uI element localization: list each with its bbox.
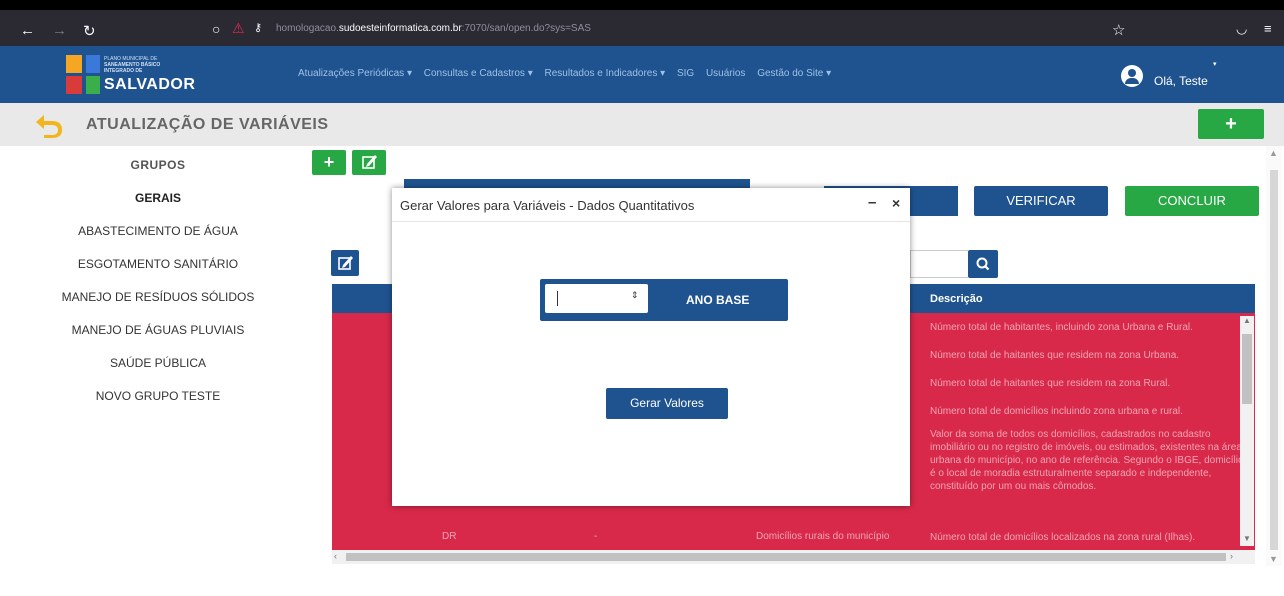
bookmark-star-icon[interactable]: ☆ bbox=[1112, 21, 1125, 39]
edit-table-button[interactable] bbox=[331, 250, 359, 276]
sidebar-item-residuos[interactable]: MANEJO DE RESÍDUOS SÓLIDOS bbox=[8, 290, 308, 304]
page-scroll-down-icon[interactable]: ▼ bbox=[1269, 554, 1278, 564]
dialog-title: Gerar Valores para Variáveis - Dados Qua… bbox=[400, 198, 695, 213]
menu-resultados[interactable]: Resultados e Indicadores ▾ bbox=[545, 68, 666, 79]
main-menu: Atualizações Periódicas ▾ Consultas e Ca… bbox=[298, 68, 840, 79]
menu-consultas[interactable]: Consultas e Cadastros ▾ bbox=[424, 68, 533, 79]
menu-atualizacoes[interactable]: Atualizações Periódicas ▾ bbox=[298, 68, 412, 79]
scroll-right-icon[interactable]: › bbox=[1230, 551, 1233, 561]
header-description: Descrição bbox=[930, 293, 983, 305]
last-row-desc: Número total de domicílios localizados n… bbox=[930, 532, 1196, 543]
scroll-up-icon[interactable]: ▲ bbox=[1243, 316, 1251, 325]
menu-usuarios[interactable]: Usuários bbox=[706, 68, 745, 79]
scroll-down-icon[interactable]: ▼ bbox=[1243, 534, 1251, 543]
verify-button[interactable]: VERIFICAR bbox=[974, 186, 1108, 216]
logo-line-3: INTEGRADO DE bbox=[104, 68, 143, 74]
menu-icon[interactable]: ≡ bbox=[1264, 21, 1272, 36]
page-scroll-up-icon[interactable]: ▲ bbox=[1269, 148, 1278, 158]
conclude-button[interactable]: CONCLUIR bbox=[1125, 186, 1259, 216]
sidebar-item-abastecimento[interactable]: ABASTECIMENTO DE ÁGUA bbox=[8, 224, 308, 238]
last-row-code: DR bbox=[442, 531, 457, 542]
logo-block-red bbox=[66, 76, 82, 94]
logo-title: SALVADOR bbox=[104, 76, 196, 93]
user-avatar-icon[interactable] bbox=[1121, 65, 1143, 87]
key-icon: ⚷ bbox=[254, 22, 263, 34]
url-text[interactable]: homologacao.sudoesteinformatica.com.br:7… bbox=[276, 23, 591, 34]
table-row-desc: Número total de habitantes, incluindo zo… bbox=[930, 322, 1193, 333]
pocket-icon[interactable]: ◡ bbox=[1236, 21, 1247, 37]
edit-icon bbox=[338, 256, 353, 270]
search-button[interactable] bbox=[968, 250, 998, 278]
forward-icon[interactable]: → bbox=[52, 22, 67, 39]
logo-block-green bbox=[86, 76, 100, 94]
table-row-desc: Valor da soma de todos os domicílios, ca… bbox=[930, 429, 1244, 492]
text-cursor bbox=[557, 291, 558, 306]
user-caret-icon[interactable]: ▾ bbox=[1213, 60, 1217, 68]
page-scroll-thumb[interactable] bbox=[1270, 170, 1278, 550]
menu-gestao[interactable]: Gestão do Site ▾ bbox=[757, 68, 831, 79]
year-select[interactable]: ⇕ bbox=[545, 284, 648, 313]
scroll-thumb[interactable] bbox=[1242, 334, 1252, 404]
page-scrollbar[interactable]: ▲ ▼ bbox=[1266, 146, 1282, 566]
table-row-desc: Número total de haitantes que residem na… bbox=[930, 350, 1180, 361]
table-scrollbar-horizontal[interactable]: ‹ › bbox=[332, 550, 1255, 564]
search-icon bbox=[976, 257, 990, 271]
year-label: ANO BASE bbox=[686, 293, 750, 307]
scroll-left-icon[interactable]: ‹ bbox=[334, 551, 337, 561]
generate-values-button[interactable]: Gerar Valores bbox=[606, 388, 728, 419]
add-variable-button[interactable]: + bbox=[1198, 109, 1264, 139]
minimize-icon[interactable]: – bbox=[868, 194, 876, 211]
logo-block-blue bbox=[86, 55, 100, 73]
sidebar-item-saude[interactable]: SAÚDE PÚBLICA bbox=[8, 356, 308, 370]
logo[interactable]: PLANO MUNICIPAL DE SANEAMENTO BÁSICO INT… bbox=[66, 52, 206, 98]
back-icon[interactable]: ← bbox=[20, 22, 35, 39]
table-row-desc: Número total de domicílios incluindo zon… bbox=[930, 406, 1183, 417]
search-input[interactable] bbox=[910, 250, 968, 278]
url-path: :7070/san/open.do?sys=SAS bbox=[461, 23, 591, 34]
last-row-name: Domicílios rurais do município bbox=[756, 531, 890, 542]
lock-warning-icon: ⚠ bbox=[232, 20, 245, 36]
logo-block-yellow bbox=[66, 55, 82, 73]
table-scrollbar-vertical[interactable]: ▲ ▼ bbox=[1240, 316, 1254, 546]
shield-icon: ○ bbox=[212, 21, 221, 37]
sidebar-item-aguas-pluviais[interactable]: MANEJO DE ÁGUAS PLUVIAIS bbox=[8, 323, 308, 337]
logo-text: PLANO MUNICIPAL DE SANEAMENTO BÁSICO INT… bbox=[104, 56, 160, 74]
add-group-button[interactable]: + bbox=[312, 150, 346, 175]
url-domain: sudoesteinformatica.com.br bbox=[338, 23, 462, 34]
reload-icon[interactable]: ↻ bbox=[83, 22, 96, 40]
edit-group-button[interactable] bbox=[352, 150, 386, 175]
sidebar-item-novo-grupo[interactable]: NOVO GRUPO TESTE bbox=[8, 389, 308, 403]
last-row-value: - bbox=[594, 531, 598, 542]
table-row-desc: Número total de haitantes que residem na… bbox=[930, 378, 1171, 389]
close-icon[interactable]: × bbox=[892, 195, 900, 211]
sidebar-item-esgotamento[interactable]: ESGOTAMENTO SANITÁRIO bbox=[8, 257, 308, 271]
spinner-icon[interactable]: ⇕ bbox=[631, 290, 639, 301]
sidebar-heading-grupos: GRUPOS bbox=[130, 158, 186, 172]
back-arrow-icon[interactable] bbox=[34, 111, 66, 139]
url-prefix: homologacao. bbox=[276, 23, 339, 34]
user-greeting[interactable]: Olá, Teste bbox=[1154, 74, 1208, 88]
hscroll-thumb[interactable] bbox=[346, 553, 1226, 561]
menu-sig[interactable]: SIG bbox=[677, 68, 694, 79]
sidebar-item-gerais[interactable]: GERAIS bbox=[8, 191, 308, 205]
edit-icon bbox=[362, 155, 377, 169]
generate-values-dialog: Gerar Valores para Variáveis - Dados Qua… bbox=[392, 188, 910, 506]
page-title: ATUALIZAÇÃO DE VARIÁVEIS bbox=[86, 116, 329, 133]
year-field-group: ⇕ ANO BASE bbox=[540, 279, 788, 321]
